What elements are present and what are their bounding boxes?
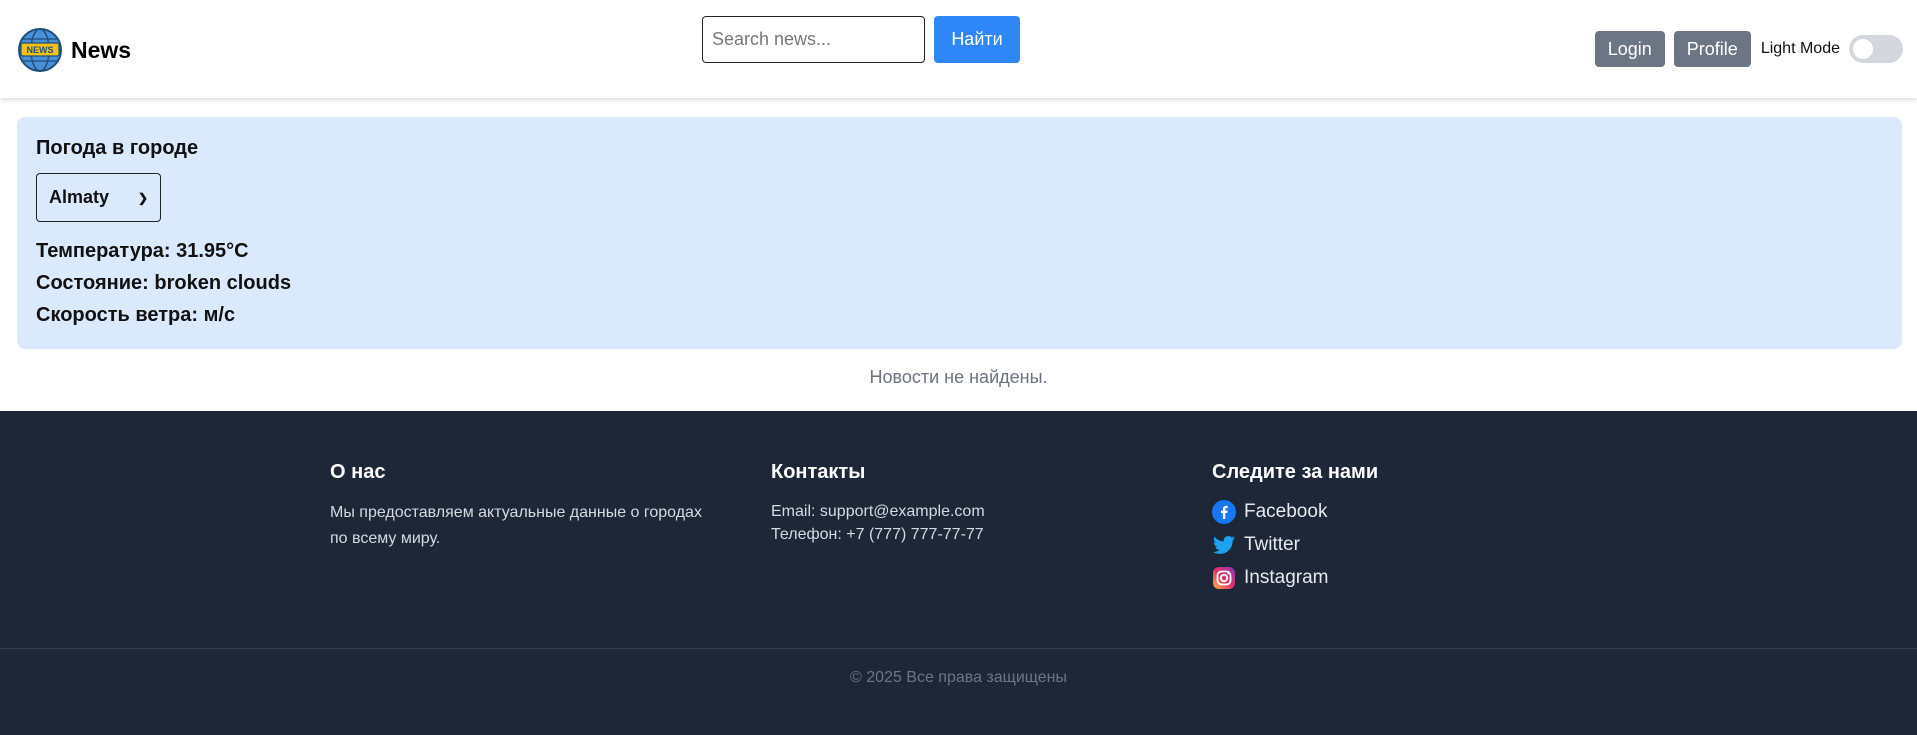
city-select[interactable]: Almaty ❯ bbox=[36, 173, 161, 222]
footer-social: Следите за нами Facebook Twitter Instagr… bbox=[1212, 461, 1378, 590]
brand-logo[interactable]: NEWS News bbox=[17, 27, 131, 73]
twitter-icon bbox=[1213, 536, 1235, 554]
social-link-instagram[interactable]: Instagram bbox=[1212, 566, 1378, 590]
weather-wind: Скорость ветра: м/с bbox=[36, 304, 236, 326]
footer-about: О нас Мы предоставляем актуальные данные… bbox=[330, 461, 710, 552]
city-select-value: Almaty bbox=[49, 187, 110, 207]
footer-about-title: О нас bbox=[330, 461, 386, 483]
contact-phone: Телефон: +7 (777) 777-77-77 bbox=[771, 526, 984, 543]
facebook-icon bbox=[1212, 500, 1236, 524]
profile-button[interactable]: Profile bbox=[1673, 31, 1751, 67]
search-input[interactable] bbox=[702, 16, 925, 63]
weather-title: Погода в городе bbox=[36, 137, 199, 159]
search-button[interactable]: Найти bbox=[934, 16, 1020, 63]
contact-email: Email: support@example.com bbox=[771, 503, 985, 520]
social-label: Instagram bbox=[1244, 567, 1329, 588]
footer-social-title: Следите за нами bbox=[1212, 461, 1379, 483]
search-form: Найти bbox=[702, 16, 1020, 63]
login-button[interactable]: Login bbox=[1594, 31, 1665, 67]
user-controls: Login Profile Light Mode bbox=[1594, 31, 1903, 67]
weather-temperature: Температура: 31.95°C bbox=[36, 240, 249, 262]
top-navbar: NEWS News Найти Login Profile Light Mode bbox=[0, 0, 1917, 98]
social-link-facebook[interactable]: Facebook bbox=[1212, 500, 1378, 524]
footer-about-text: Мы предоставляем актуальные данные о гор… bbox=[330, 504, 702, 547]
weather-condition: Состояние: broken clouds bbox=[36, 272, 292, 294]
site-footer: О нас Мы предоставляем актуальные данные… bbox=[0, 411, 1917, 735]
theme-toggle[interactable] bbox=[1849, 35, 1903, 63]
footer-divider bbox=[0, 648, 1917, 649]
social-label: Twitter bbox=[1244, 534, 1300, 555]
toggle-knob bbox=[1853, 39, 1873, 59]
logo-badge-text: NEWS bbox=[27, 45, 54, 55]
theme-mode-label: Light Mode bbox=[1760, 40, 1840, 57]
footer-contacts: Контакты Email: support@example.com Теле… bbox=[771, 461, 985, 546]
brand-title: News bbox=[71, 36, 132, 63]
globe-news-icon: NEWS bbox=[18, 28, 62, 72]
social-label: Facebook bbox=[1244, 501, 1328, 522]
news-empty-message: Новости не найдены. bbox=[869, 367, 1048, 387]
copyright-text: © 2025 Все права защищены bbox=[850, 669, 1067, 686]
instagram-icon bbox=[1213, 567, 1235, 589]
social-link-twitter[interactable]: Twitter bbox=[1212, 533, 1378, 557]
footer-contacts-title: Контакты bbox=[771, 461, 866, 483]
weather-card: Погода в городе Almaty ❯ Температура: 31… bbox=[17, 117, 1902, 349]
chevron-down-icon: ❯ bbox=[137, 190, 148, 205]
